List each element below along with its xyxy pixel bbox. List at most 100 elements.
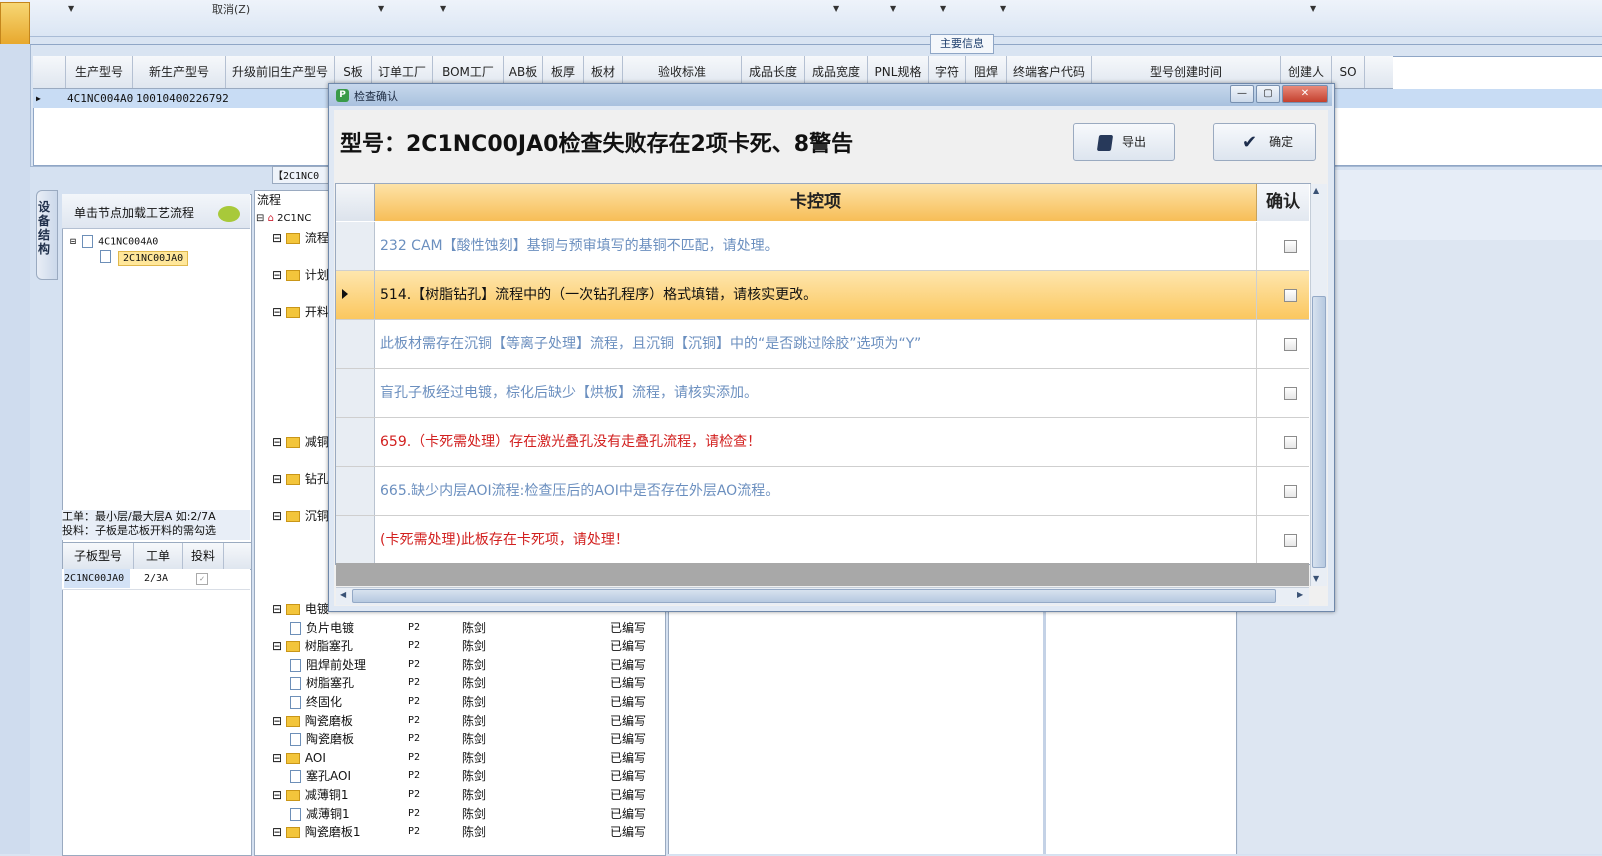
confirm-checkbox[interactable] [1284, 485, 1297, 498]
flow-step-status: 已编写 [610, 750, 647, 765]
confirm-checkbox[interactable] [1284, 338, 1297, 351]
checkbox[interactable]: ✓ [196, 573, 208, 585]
flow-stub[interactable]: ⊟ 沉铜 [272, 507, 329, 525]
column-header-items[interactable]: 卡控项 [375, 184, 1257, 221]
table-row[interactable]: 2C1NC00JA0 2/3A ✓ [62, 569, 250, 590]
dropdown-arrow-icon[interactable]: ▼ [440, 4, 446, 13]
column-header[interactable]: SO [1332, 56, 1365, 88]
flow-step-status: 已编写 [610, 657, 647, 672]
dropdown-arrow-icon[interactable]: ▼ [890, 4, 896, 13]
chat-bubble-icon[interactable] [218, 206, 240, 222]
sub-grid-header: 子板型号 工单 投料 [62, 542, 252, 570]
flow-stub[interactable]: ⊟ 减铜 [272, 433, 329, 451]
confirm-checkbox[interactable] [1284, 240, 1297, 253]
folder-icon [285, 437, 300, 448]
check-item-row[interactable]: 此板材需存在沉铜【等离子处理】流程，且沉铜【沉铜】中的“是否跳过除胶”选项为“Y… [336, 320, 1309, 369]
flow-step-name: 减薄铜1 [304, 788, 349, 802]
divider [1256, 271, 1257, 319]
row-header[interactable] [336, 418, 375, 466]
close-button[interactable]: ✕ [1282, 85, 1328, 103]
row-header[interactable] [336, 516, 375, 564]
confirm-checkbox[interactable] [1284, 534, 1297, 547]
scroll-right-icon[interactable]: ▶ [1297, 590, 1303, 599]
check-item-row[interactable]: 659.（卡死需处理）存在激光叠孔没有走叠孔流程，请检查！ [336, 418, 1309, 467]
flow-step-level: P2 [408, 658, 421, 670]
flow-step-owner: 陈剑 [462, 750, 487, 765]
dialog-titlebar[interactable] [329, 84, 1332, 106]
vertical-scroll-thumb[interactable] [1312, 296, 1326, 568]
app-logo-icon: P [336, 89, 349, 102]
maximize-button[interactable]: ▢ [1256, 85, 1280, 103]
grid-corner[interactable] [33, 56, 66, 88]
flow-step-owner: 陈剑 [462, 788, 487, 802]
flow-stub[interactable]: ⊟ 流程 [272, 229, 329, 247]
flow-step-name: 阻焊前处理 [306, 657, 367, 672]
tree-node[interactable]: ⊟ 4C1NC004A0 [70, 235, 158, 248]
vertical-tab-label: 设备结构 [38, 200, 51, 256]
ok-button[interactable]: ✔ 确定 [1213, 123, 1316, 161]
flow-stub[interactable]: ⊟ 计划 [272, 266, 329, 284]
divider [1256, 320, 1257, 368]
tab-flow[interactable]: 【2C1NC0 [272, 166, 334, 184]
check-item-row[interactable]: 514.【树脂钻孔】流程中的（一次钻孔程序）格式填错，请核实更改。 [336, 271, 1309, 320]
dialog-title: 检查确认 [354, 90, 398, 103]
confirm-checkbox[interactable] [1284, 436, 1297, 449]
flow-step-name: 陶瓷磨板 [304, 713, 353, 728]
flow-step-level: P2 [408, 751, 421, 763]
flow-title: 流程 [257, 193, 282, 207]
column-header[interactable]: 新生产型号 [133, 56, 226, 88]
grid-corner[interactable] [336, 184, 375, 221]
confirm-checkbox[interactable] [1284, 387, 1297, 400]
scroll-down-icon[interactable]: ▼ [1313, 574, 1319, 583]
flow-step-name: AOI [304, 750, 326, 765]
scroll-up-icon[interactable]: ▲ [1313, 186, 1319, 195]
flow-step-owner: 陈剑 [462, 769, 487, 784]
dropdown-arrow-icon[interactable]: ▼ [1000, 4, 1006, 13]
flow-step-owner: 陈剑 [462, 732, 487, 747]
flow-step-name: 终固化 [306, 695, 343, 709]
tree-node-selected[interactable]: 2C1NC00JA0 [118, 251, 189, 266]
flow-step-name: 电镀 [304, 602, 329, 616]
scroll-left-icon[interactable]: ◀ [340, 590, 346, 599]
folder-icon [285, 715, 300, 727]
folder-icon [285, 827, 300, 839]
tree-root[interactable]: ⊟ ⌂ 2C1NC [256, 210, 311, 228]
flow-step-status: 已编写 [610, 620, 647, 635]
check-item-row[interactable]: 盲孔子板经过电镀，棕化后缺少【烘板】流程，请核实添加。 [336, 369, 1309, 418]
folder-icon [285, 641, 300, 653]
column-header-confirm[interactable]: 确认 [1257, 184, 1309, 221]
row-header[interactable] [336, 467, 375, 515]
flow-stub[interactable]: ⊟ 钻孔 [272, 470, 329, 488]
check-item-text: 此板材需存在沉铜【等离子处理】流程，且沉铜【沉铜】中的“是否跳过除胶”选项为“Y… [380, 336, 922, 352]
confirm-checkbox[interactable] [1284, 289, 1297, 302]
horizontal-scroll-thumb[interactable] [352, 589, 1276, 603]
dropdown-arrow-icon[interactable]: ▼ [1310, 4, 1316, 13]
dropdown-arrow-icon[interactable]: ▼ [940, 4, 946, 13]
check-item-row[interactable]: 232 CAM【酸性蚀刻】基铜与预审填写的基铜不匹配，请处理。 [336, 222, 1309, 271]
check-item-row[interactable]: 665.缺少内层AOI流程:检查压后的AOI中是否存在外层AO流程。 [336, 467, 1309, 516]
column-header[interactable]: 生产型号 [66, 56, 133, 88]
column-header[interactable]: 工单 [134, 543, 183, 569]
column-header[interactable]: 升级前旧生产型号 [226, 56, 335, 88]
check-item-text: (卡死需处理)此板存在卡死项，请处理！ [380, 532, 629, 548]
minimize-button[interactable]: — [1230, 85, 1254, 103]
flow-step-status: 已编写 [610, 676, 647, 691]
dropdown-arrow-icon[interactable]: ▼ [833, 4, 839, 13]
export-button[interactable]: 导出 [1073, 123, 1175, 161]
flow-stub[interactable]: ⊟ 开料 [272, 303, 329, 321]
app-icon[interactable] [0, 2, 30, 46]
row-header[interactable] [336, 271, 375, 319]
collapse-icon[interactable]: ⊟ [70, 237, 76, 248]
row-indicator-icon [342, 289, 348, 299]
column-header[interactable]: 子板型号 [63, 543, 134, 569]
check-item-row[interactable]: (卡死需处理)此板存在卡死项，请处理！ [336, 516, 1309, 565]
dropdown-arrow-icon[interactable]: ▼ [378, 4, 384, 13]
row-header[interactable] [336, 320, 375, 368]
row-header[interactable] [336, 369, 375, 417]
collapse-icon[interactable]: ⊟ [256, 213, 264, 224]
row-header[interactable] [336, 222, 375, 270]
cancel-button[interactable]: 取消(Z) [212, 1, 250, 17]
flow-step-level: P2 [408, 770, 421, 782]
dropdown-arrow-icon[interactable]: ▼ [68, 4, 74, 13]
column-header[interactable]: 投料 [183, 543, 224, 569]
